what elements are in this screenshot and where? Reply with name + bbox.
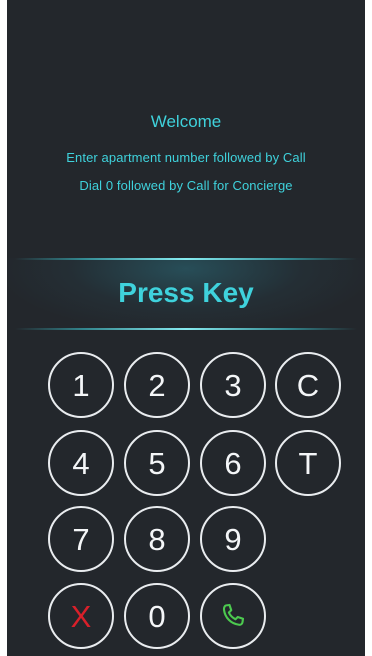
key-6-label: 6 [224,445,242,481]
glow-divider-top [15,258,357,260]
key-0[interactable]: 0 [124,583,190,649]
key-7[interactable]: 7 [48,506,114,572]
key-3-label: 3 [224,367,242,403]
key-4[interactable]: 4 [48,430,114,496]
cancel-x-label: X [70,598,92,634]
key-c[interactable]: C [275,352,341,418]
glow-divider-bottom [15,328,357,330]
key-7-label: 7 [72,521,90,557]
key-2-label: 2 [148,367,166,403]
call-button[interactable] [200,583,266,649]
key-0-label: 0 [148,598,166,634]
phone-handset-icon [222,603,245,626]
key-5[interactable]: 5 [124,430,190,496]
key-2[interactable]: 2 [124,352,190,418]
key-1[interactable]: 1 [48,352,114,418]
key-t-label: T [298,445,318,481]
key-8[interactable]: 8 [124,506,190,572]
key-1-label: 1 [72,367,90,403]
key-5-label: 5 [148,445,166,481]
welcome-instruction-apartment: Enter apartment number followed by Call [66,150,306,165]
welcome-title: Welcome [150,112,222,131]
welcome-instruction-concierge: Dial 0 followed by Call for Concierge [79,178,293,193]
key-c-label: C [296,367,320,403]
key-6[interactable]: 6 [200,430,266,496]
key-9-label: 9 [224,521,242,557]
key-t[interactable]: T [275,430,341,496]
cancel-button[interactable]: X [48,583,114,649]
key-8-label: 8 [148,521,166,557]
key-4-label: 4 [72,445,90,481]
key-9[interactable]: 9 [200,506,266,572]
key-3[interactable]: 3 [200,352,266,418]
intercom-screen: Welcome Enter apartment number followed … [7,0,365,656]
press-key-label: Press Key [118,277,254,308]
